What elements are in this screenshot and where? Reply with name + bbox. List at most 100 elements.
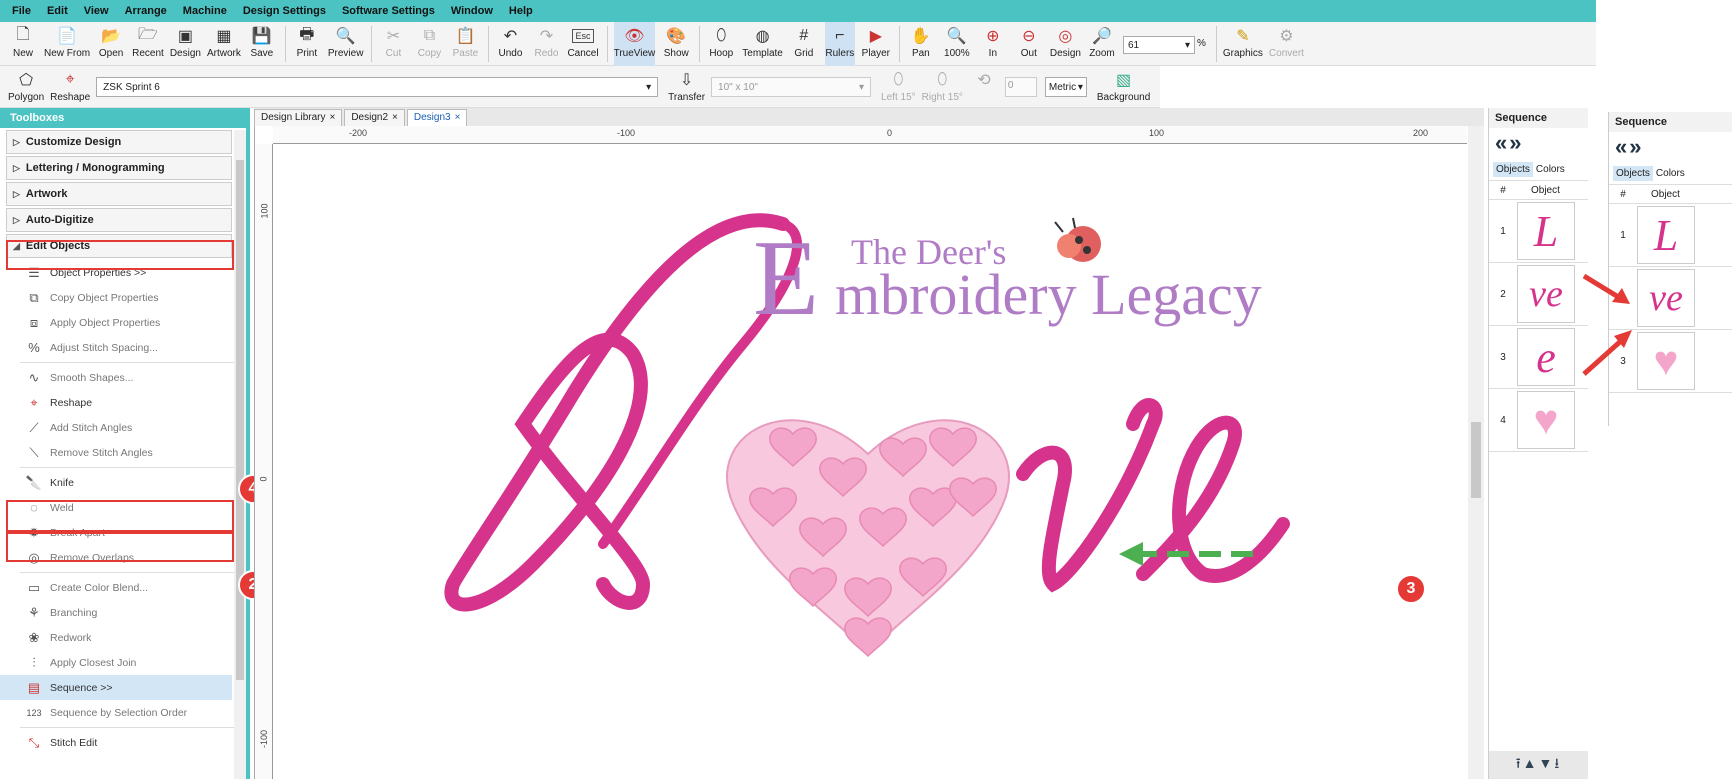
machine-select[interactable]: ZSK Sprint 6 ▾ <box>96 77 659 97</box>
print-button[interactable]: 🖶 Print <box>292 22 322 66</box>
section-artwork[interactable]: ▷ Artwork <box>6 182 232 206</box>
tool-copy-object-properties[interactable]: ⧉ Copy Object Properties <box>0 285 232 310</box>
move-back-icon[interactable]: « <box>1615 136 1627 158</box>
cancel-button[interactable]: Esc Cancel <box>567 22 599 66</box>
show-button[interactable]: 🎨 Show <box>661 22 691 66</box>
tab-colors[interactable]: Colors <box>1653 166 1688 181</box>
zoom-100-button[interactable]: 🔍 100% <box>942 22 972 66</box>
tool-remove-stitch-angles[interactable]: ⟍ Remove Stitch Angles <box>0 440 232 465</box>
open-button[interactable]: 📂 Open <box>96 22 126 66</box>
menu-software-settings[interactable]: Software Settings <box>342 5 435 17</box>
tab-design3[interactable]: Design3 × <box>406 109 468 126</box>
new-button[interactable]: 🗋 New <box>8 22 38 66</box>
paste-button[interactable]: 📋 Paste <box>450 22 480 66</box>
tool-apply-object-properties[interactable]: ⧈ Apply Object Properties <box>0 310 232 335</box>
tool-smooth-shapes[interactable]: ∿ Smooth Shapes... <box>0 365 232 390</box>
heart-object[interactable] <box>726 419 1010 658</box>
sequence-row[interactable]: 3 e <box>1489 326 1588 389</box>
tool-reshape[interactable]: ⌖ Reshape <box>0 390 232 415</box>
artwork-button[interactable]: ▦ Artwork <box>207 22 241 66</box>
horizontal-ruler: -200 -100 0 100 200 <box>273 126 1467 144</box>
undo-button[interactable]: ↶ Undo <box>495 22 525 66</box>
sequence-row[interactable]: 2 ve <box>1489 263 1588 326</box>
zoom-level-select[interactable]: 61 ▾ <box>1122 36 1195 54</box>
tool-create-color-blend[interactable]: ▭ Create Color Blend... <box>0 575 232 600</box>
zoom-out-button[interactable]: ⊖ Out <box>1014 22 1044 66</box>
hoop-select[interactable]: 10" x 10" ▾ <box>711 77 872 97</box>
recent-button[interactable]: 🗁 Recent <box>132 22 164 66</box>
tool-redwork[interactable]: ❀ Redwork <box>0 625 232 650</box>
toolboxes-scrollbar[interactable] <box>234 130 246 779</box>
close-icon[interactable]: × <box>329 112 335 123</box>
polygon-button[interactable]: ⬠ Polygon <box>8 66 44 110</box>
scrollbar-thumb[interactable] <box>236 160 244 680</box>
transfer-button[interactable]: ⇩ Transfer <box>668 66 705 110</box>
reshape-tool-button[interactable]: ⌖ Reshape <box>50 66 90 110</box>
highlight-break-apart <box>6 532 234 562</box>
tab-objects[interactable]: Objects <box>1493 161 1533 177</box>
tool-stitch-edit[interactable]: ⤡ Stitch Edit <box>0 730 232 755</box>
close-icon[interactable]: × <box>455 112 461 123</box>
rulers-button[interactable]: ⌐ Rulers <box>824 22 855 66</box>
menu-design-settings[interactable]: Design Settings <box>243 5 326 17</box>
close-icon[interactable]: × <box>392 112 398 123</box>
preview-button[interactable]: 🔍 Preview <box>328 22 364 66</box>
right-hoop-button[interactable]: ⬯ Right 15° <box>922 66 963 110</box>
tool-add-stitch-angles[interactable]: ⟋ Add Stitch Angles <box>0 415 232 440</box>
tool-knife[interactable]: 🔪 Knife <box>0 470 232 495</box>
tool-branching[interactable]: ⚘ Branching <box>0 600 232 625</box>
section-auto-digitize[interactable]: ▷ Auto-Digitize <box>6 208 232 232</box>
tool-apply-closest-join[interactable]: ⫶ Apply Closest Join <box>0 650 232 675</box>
save-button[interactable]: 💾 Save <box>247 22 277 66</box>
new-from-button[interactable]: 📄 New From <box>44 22 90 66</box>
rotate-hoop-button[interactable]: ⟲ <box>969 66 999 110</box>
trueview-button[interactable]: 👁 TrueView <box>613 22 656 66</box>
sequence-row[interactable]: 1 L <box>1489 200 1588 263</box>
left-hoop-button[interactable]: ⬯ Left 15° <box>881 66 916 110</box>
tool-adjust-stitch-spacing[interactable]: % Adjust Stitch Spacing... <box>0 335 232 360</box>
menu-machine[interactable]: Machine <box>183 5 227 17</box>
zoom-in-button[interactable]: ⊕ In <box>978 22 1008 66</box>
menu-edit[interactable]: Edit <box>47 5 68 17</box>
menu-window[interactable]: Window <box>451 5 493 17</box>
move-forward-icon[interactable]: » <box>1629 136 1641 158</box>
move-back-icon[interactable]: « <box>1495 132 1507 154</box>
sequence-order-controls[interactable]: ⭱▲▼⭳ <box>1489 751 1588 779</box>
letters-ve-object[interactable] <box>1016 398 1290 593</box>
angle-input[interactable]: 0 <box>1004 77 1037 97</box>
canvas-scrollbar[interactable] <box>1468 126 1484 779</box>
tab-objects[interactable]: Objects <box>1613 165 1653 181</box>
zoom-button[interactable]: 🔎 Zoom <box>1087 22 1117 66</box>
move-forward-icon[interactable]: » <box>1509 132 1521 154</box>
design-canvas[interactable]: -200 -100 0 100 200 100 0 -100 E The Dee… <box>254 126 1484 779</box>
tab-design-library[interactable]: Design Library × <box>254 109 343 126</box>
menu-view[interactable]: View <box>84 5 109 17</box>
units-select[interactable]: Metric ▾ <box>1044 77 1087 97</box>
menu-file[interactable]: File <box>12 5 31 17</box>
sequence-row[interactable]: 4 ♥ <box>1489 389 1588 452</box>
zoom-design-button[interactable]: ◎ Design <box>1050 22 1081 66</box>
tab-colors[interactable]: Colors <box>1533 162 1568 177</box>
letter-l-object[interactable] <box>444 213 803 612</box>
tool-sequence[interactable]: ▤ Sequence >> <box>0 675 232 700</box>
tab-design2[interactable]: Design2 × <box>344 109 405 126</box>
convert-button[interactable]: ⚙ Convert <box>1269 22 1304 66</box>
pan-button[interactable]: ✋ Pan <box>906 22 936 66</box>
background-button[interactable]: ▧ Background <box>1097 66 1150 110</box>
menu-arrange[interactable]: Arrange <box>125 5 167 17</box>
grid-button[interactable]: # Grid <box>789 22 819 66</box>
hoop-button[interactable]: ⬯ Hoop <box>706 22 736 66</box>
player-button[interactable]: ▶ Player <box>861 22 891 66</box>
graphics-button[interactable]: ✎ Graphics <box>1223 22 1263 66</box>
tool-sequence-by-selection-order[interactable]: 123 Sequence by Selection Order <box>0 700 232 725</box>
template-button[interactable]: ◍ Template <box>742 22 783 66</box>
cut-button[interactable]: ✂ Cut <box>378 22 408 66</box>
copy-button[interactable]: ⧉ Copy <box>414 22 444 66</box>
section-lettering[interactable]: ▷ Lettering / Monogramming <box>6 156 232 180</box>
design-open-button[interactable]: ▣ Design <box>170 22 201 66</box>
scrollbar-thumb[interactable] <box>1471 422 1481 498</box>
sequence-row[interactable]: 1 L <box>1609 204 1732 267</box>
redo-button[interactable]: ↷ Redo <box>531 22 561 66</box>
menu-help[interactable]: Help <box>509 5 533 17</box>
section-customize-design[interactable]: ▷ Customize Design <box>6 130 232 154</box>
